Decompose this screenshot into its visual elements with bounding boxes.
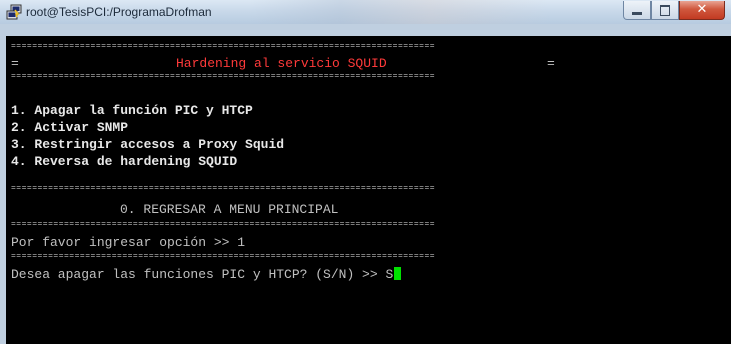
window-title: root@TesisPCI:/ProgramaDrofman: [26, 5, 212, 19]
question-text: Desea apagar las funciones PIC y HTCP? (…: [11, 267, 386, 282]
terminal-window: root@TesisPCI:/ProgramaDrofman ✕ =======…: [0, 0, 731, 344]
minimize-icon: [632, 12, 642, 15]
separator-line: ========================================…: [11, 186, 436, 193]
header-right-border: =: [547, 56, 555, 71]
separator-line: ========================================…: [11, 254, 436, 261]
minimize-button[interactable]: [623, 1, 651, 20]
menu-item-1: 1. Apagar la función PIC y HTCP: [11, 103, 253, 118]
maximize-icon: [660, 5, 670, 16]
header-left-border: =: [11, 56, 19, 71]
putty-icon[interactable]: [6, 4, 22, 20]
return-option: 0. REGRESAR A MENU PRINCIPAL: [120, 202, 339, 217]
header-title: Hardening al servicio SQUID: [176, 56, 387, 71]
maximize-button[interactable]: [651, 1, 679, 20]
text-cursor: [394, 267, 402, 280]
separator-line: ========================================…: [11, 222, 436, 229]
window-controls: ✕: [623, 1, 725, 20]
question-line: Desea apagar las funciones PIC y HTCP? (…: [11, 267, 402, 283]
answer-input[interactable]: S: [385, 267, 393, 282]
separator-line: ========================================…: [11, 74, 436, 81]
prompt-line: Por favor ingresar opción >> 1: [11, 235, 246, 250]
close-button[interactable]: ✕: [679, 1, 725, 20]
title-bar[interactable]: root@TesisPCI:/ProgramaDrofman ✕: [0, 0, 731, 24]
menu-item-3: 3. Restringir accesos a Proxy Squid: [11, 137, 285, 152]
menu-item-4: 4. Reversa de hardening SQUID: [11, 154, 238, 169]
close-icon: ✕: [696, 2, 708, 17]
menu-item-2: 2. Activar SNMP: [11, 120, 129, 135]
terminal-area[interactable]: ========================================…: [6, 36, 731, 344]
separator-line: ========================================…: [11, 44, 436, 51]
title-bar-reflection: [250, 0, 550, 24]
